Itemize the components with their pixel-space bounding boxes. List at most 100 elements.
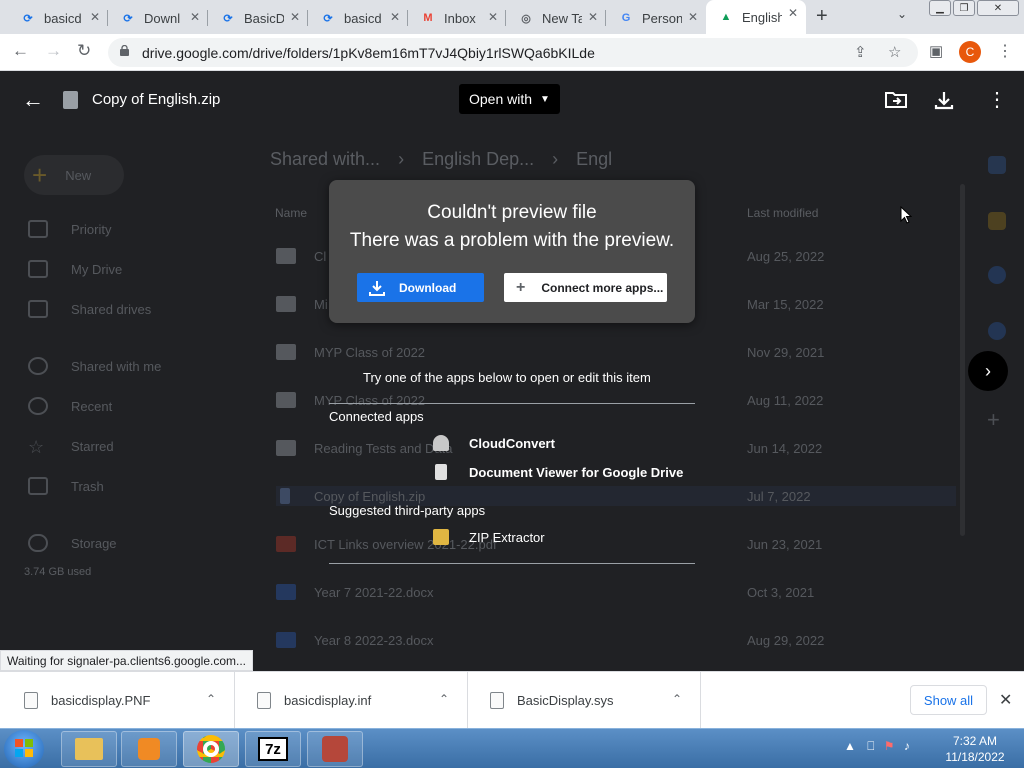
taskbar-explorer[interactable]	[61, 731, 117, 767]
bookmark-star-icon[interactable]: ☆	[888, 43, 901, 61]
minimize-icon[interactable]: ▁	[929, 0, 951, 16]
chevron-up-icon[interactable]: ⌃	[206, 692, 216, 706]
star-icon: ☆	[28, 437, 45, 457]
edge-icon: ⟳	[223, 12, 233, 25]
tab-title: Downl	[144, 10, 181, 26]
new-button: + New	[24, 155, 124, 195]
download-item[interactable]: basicdisplay.PNF ⌃	[2, 672, 235, 729]
open-with-button[interactable]: Open with ▼	[459, 84, 560, 114]
download-icon[interactable]	[934, 90, 954, 110]
tab-close-icon[interactable]: ✕	[488, 10, 498, 24]
breadcrumb-item: English Dep...	[422, 149, 535, 169]
browser-tab[interactable]: M Inbox ✕	[408, 4, 506, 32]
sidebar-item-shared-drives: Shared drives	[28, 300, 151, 318]
drive-folder-icon	[28, 260, 48, 278]
download-button[interactable]: Download	[357, 273, 484, 302]
status-bar: Waiting for signaler-pa.clients6.google.…	[0, 650, 254, 671]
back-arrow-icon[interactable]: ←	[12, 41, 29, 61]
taskbar-app[interactable]	[307, 731, 363, 767]
taskbar-media-player[interactable]	[121, 731, 177, 767]
download-item[interactable]: basicdisplay.inf ⌃	[235, 672, 468, 729]
close-window-icon[interactable]: ✕	[977, 0, 1019, 16]
tab-close-icon[interactable]: ✕	[90, 10, 100, 24]
cloud-icon	[28, 534, 48, 552]
browser-tab[interactable]: ⟳ Downl ✕	[108, 4, 208, 32]
app-zip-extractor[interactable]: ZIP Extractor	[433, 529, 545, 545]
file-icon	[490, 692, 504, 709]
browser-tab-active[interactable]: ▲ English ✕	[706, 0, 806, 34]
forward-arrow-icon[interactable]: →	[45, 41, 62, 61]
divider	[329, 403, 695, 404]
more-options-icon[interactable]: ⋮	[987, 87, 1007, 112]
keep-icon	[988, 212, 1006, 230]
browser-tab[interactable]: ⟳ basicd ✕	[8, 4, 108, 32]
add-to-drive-icon[interactable]	[885, 90, 907, 108]
7zip-icon: 7z	[258, 737, 288, 761]
sidebar-label: Trash	[71, 478, 104, 494]
chevron-right-icon: ›	[398, 149, 405, 169]
network-icon[interactable]: ⎕	[867, 739, 874, 753]
app-cloudconvert[interactable]: CloudConvert	[433, 435, 555, 451]
profile-avatar[interactable]: C	[959, 41, 981, 63]
download-item[interactable]: BasicDisplay.sys ⌃	[468, 672, 701, 729]
drive-icon: ▲	[720, 11, 732, 23]
side-panel-icon[interactable]: ▣	[929, 42, 943, 60]
show-all-button[interactable]: Show all	[910, 685, 987, 715]
back-arrow-icon[interactable]: ←	[22, 87, 44, 113]
tray-arrow-icon[interactable]: ▲	[844, 739, 856, 753]
start-button[interactable]	[4, 730, 44, 768]
chevron-up-icon[interactable]: ⌃	[439, 692, 449, 706]
mouse-cursor	[900, 206, 912, 224]
column-header-name: Name	[275, 206, 308, 220]
add-addon-icon: +	[987, 407, 1000, 432]
chevron-up-icon[interactable]: ⌃	[672, 692, 682, 706]
next-file-button[interactable]: ›	[968, 351, 1008, 391]
browser-tab[interactable]: ⟳ BasicD ✕	[208, 4, 308, 32]
file-name: Reading Tests and Data	[314, 440, 453, 456]
new-tab-icon[interactable]: +	[816, 5, 828, 28]
tab-close-icon[interactable]: ✕	[788, 6, 798, 20]
clock-icon	[28, 397, 48, 415]
app-label: ZIP Extractor	[469, 529, 545, 545]
tab-close-icon[interactable]: ✕	[588, 10, 598, 24]
plus-icon: +	[32, 159, 48, 190]
clock-time: 7:32 AM	[952, 734, 998, 748]
tab-title: New Ta	[542, 10, 582, 26]
app-document-viewer[interactable]: Document Viewer for Google Drive	[433, 464, 683, 480]
download-filename: basicdisplay.PNF	[51, 693, 151, 708]
tab-search-icon[interactable]: ⌄	[897, 7, 907, 21]
plus-icon: +	[516, 278, 526, 296]
file-row: Year 8 2022-23.docx Aug 29, 2022	[276, 630, 956, 650]
new-label: New	[65, 167, 92, 183]
address-bar[interactable]: drive.google.com/drive/folders/1pKv8em16…	[108, 38, 918, 67]
close-shelf-icon[interactable]: ✕	[999, 690, 1012, 710]
file-icon	[257, 692, 271, 709]
caret-down-icon: ▼	[540, 93, 550, 105]
tab-close-icon[interactable]: ✕	[290, 10, 300, 24]
share-icon[interactable]: ⇪	[854, 43, 867, 61]
browser-menu-icon[interactable]: ⋮	[997, 41, 1013, 61]
action-center-icon[interactable]: ⚑	[884, 739, 895, 753]
connect-more-apps-button[interactable]: + Connect more apps...	[504, 273, 667, 302]
divider	[329, 563, 695, 564]
windows-logo-icon	[15, 739, 33, 757]
file-date: Oct 3, 2021	[747, 584, 815, 600]
file-name: Copy of English.zip	[314, 488, 426, 504]
tab-close-icon[interactable]: ✕	[390, 10, 400, 24]
browser-tab[interactable]: ◎ New Ta ✕	[506, 4, 606, 32]
browser-tab[interactable]: G Person ✕	[606, 4, 706, 32]
taskbar-7zip[interactable]: 7z	[245, 731, 301, 767]
sidebar-item-priority: Priority	[28, 220, 111, 238]
maximize-icon[interactable]: ❐	[953, 0, 975, 16]
reload-icon[interactable]: ↻	[77, 41, 91, 61]
file-row: ICT Links overview 2021-22.pdf Jun 23, 20…	[276, 534, 956, 554]
tab-close-icon[interactable]: ✕	[190, 10, 200, 24]
pdf-file-icon	[276, 536, 296, 552]
clock[interactable]: 7:32 AM 11/18/2022	[940, 733, 1010, 765]
browser-tab[interactable]: ⟳ basicd ✕	[308, 4, 408, 32]
people-icon	[28, 357, 48, 375]
taskbar-chrome[interactable]	[183, 731, 239, 767]
volume-icon[interactable]: ♪	[904, 739, 910, 753]
word-file-icon	[276, 632, 296, 648]
tab-close-icon[interactable]: ✕	[688, 10, 698, 24]
